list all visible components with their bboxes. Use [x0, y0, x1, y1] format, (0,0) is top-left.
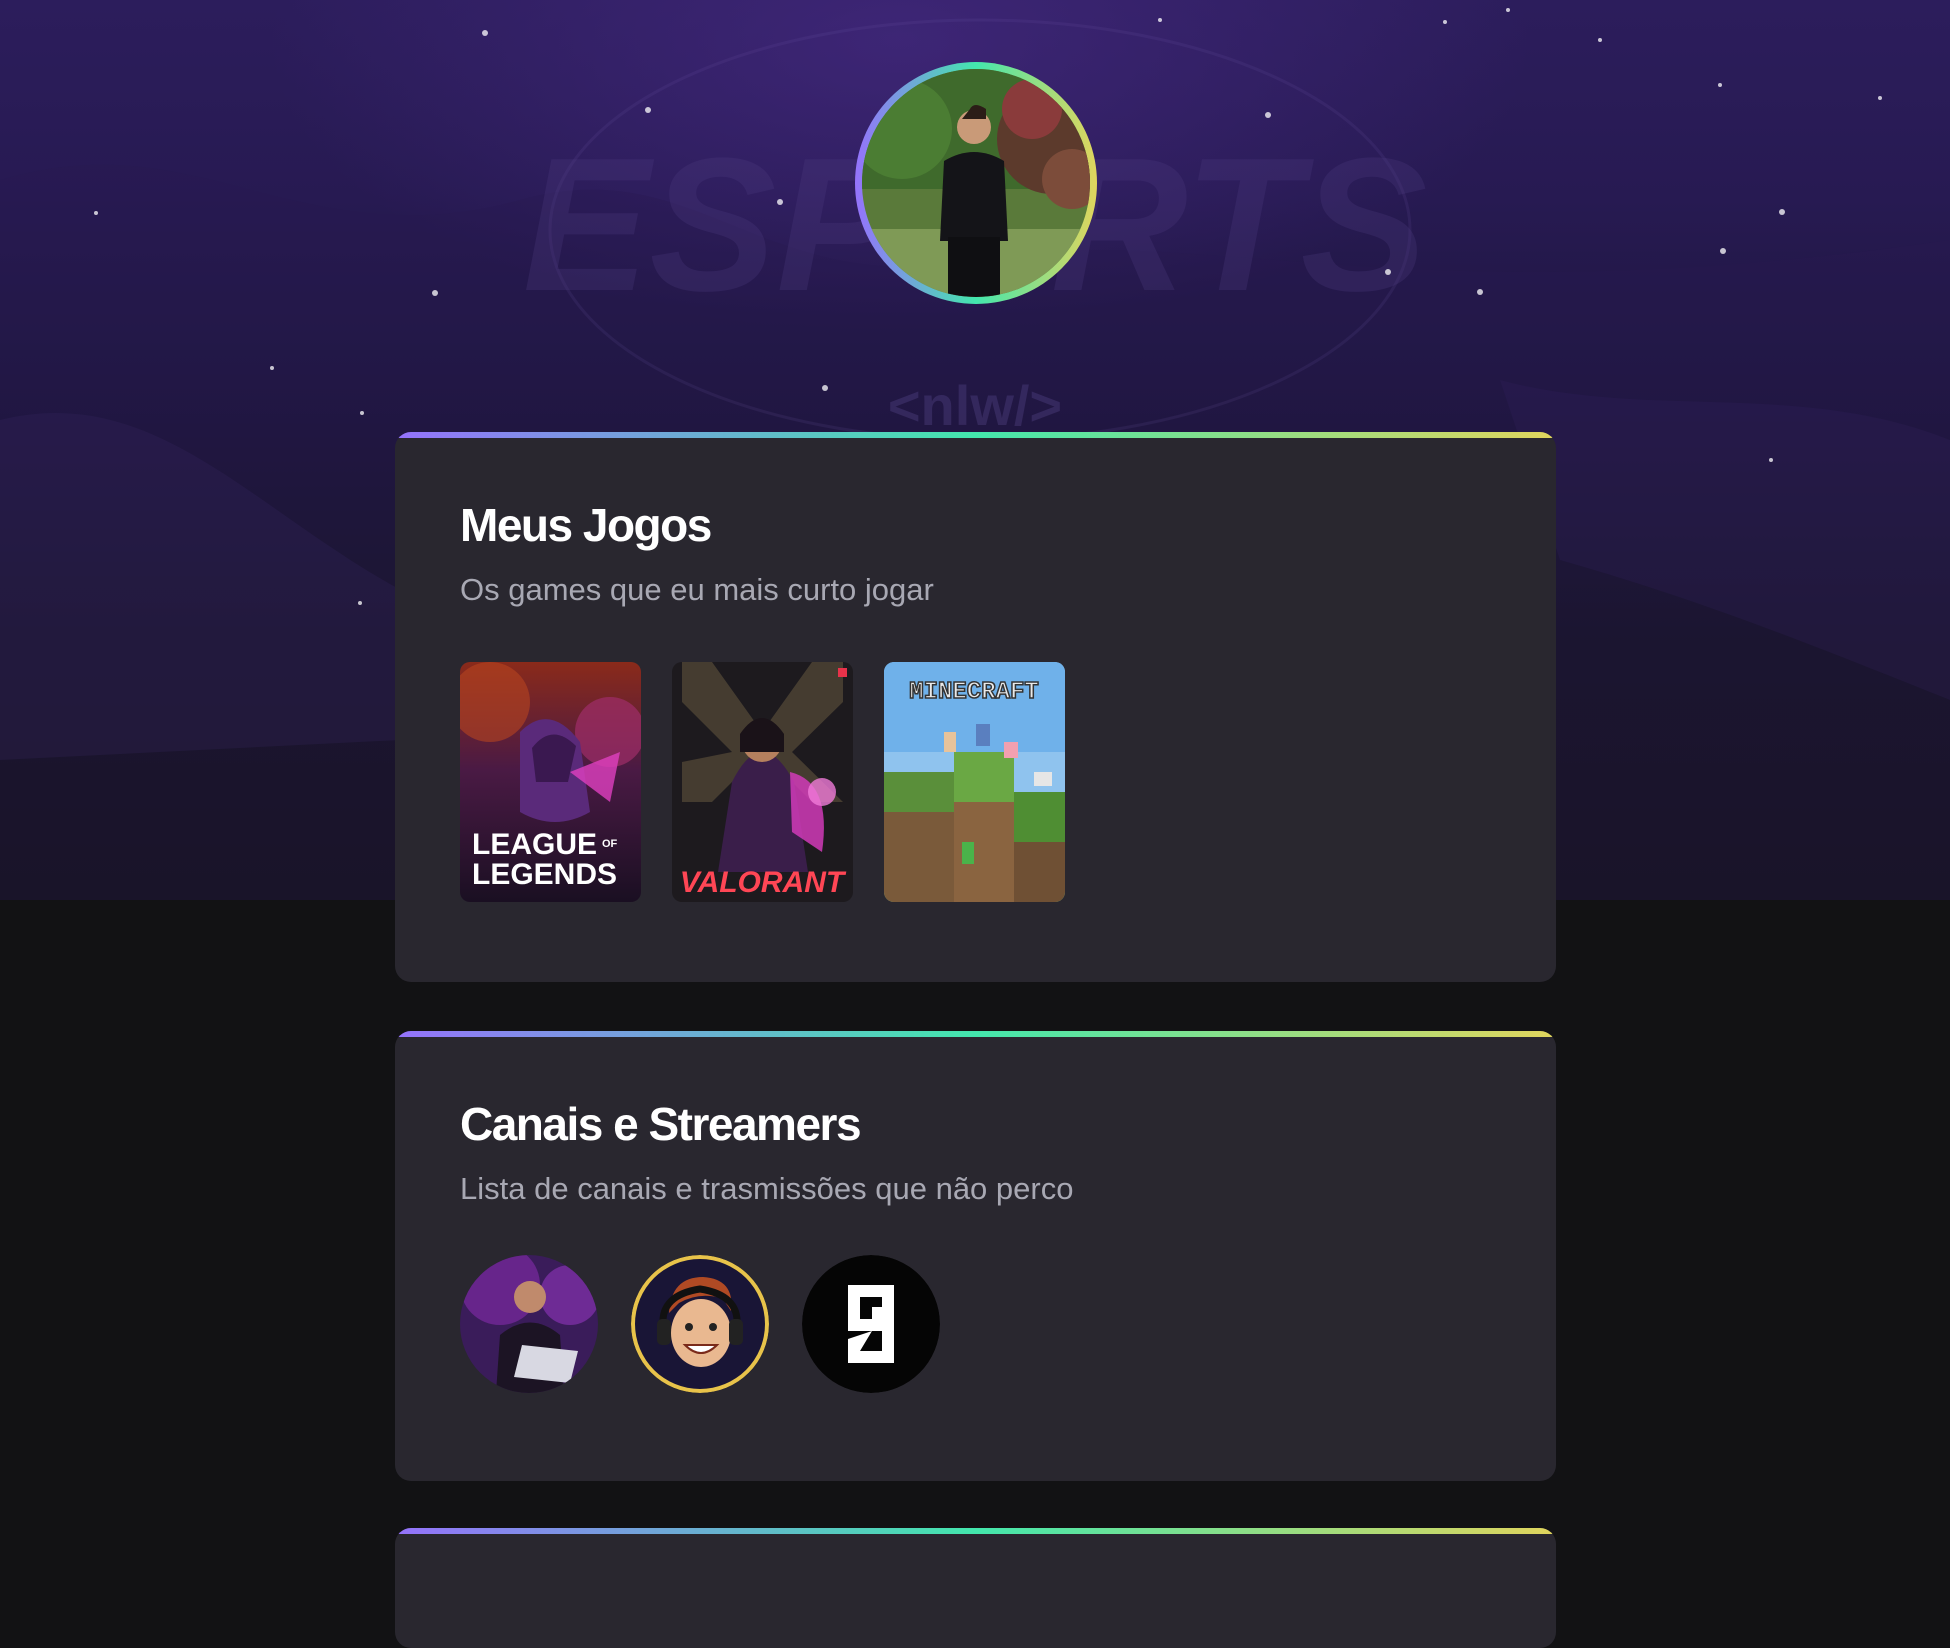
channel-avatar[interactable]: [802, 1255, 940, 1393]
game-minecraft[interactable]: MINECRAFT: [884, 662, 1065, 902]
profile-photo: [862, 69, 1090, 297]
svg-text:MINECRAFT: MINECRAFT: [909, 679, 1039, 706]
section-subtitle: Os games que eu mais curto jogar: [460, 572, 934, 607]
game-valorant[interactable]: VALORANT: [672, 662, 853, 902]
channels-list: [460, 1255, 940, 1393]
svg-text:LEGENDS: LEGENDS: [472, 858, 617, 891]
games-list: LEAGUE OF LEGENDS VALORANT MINECRAFT: [460, 662, 1065, 902]
section-title: Canais e Streamers: [460, 1098, 862, 1150]
channel-avatar[interactable]: [460, 1255, 598, 1393]
svg-text:VALORANT: VALORANT: [680, 866, 847, 899]
nlw-watermark: <nlw/>: [888, 374, 1062, 437]
svg-text:OF: OF: [602, 838, 618, 850]
game-league-of-legends[interactable]: LEAGUE OF LEGENDS: [460, 662, 641, 902]
svg-text:LEAGUE: LEAGUE: [472, 828, 597, 861]
profile-avatar: [855, 62, 1097, 304]
section-title: Meus Jogos: [460, 499, 712, 551]
channels-card: Canais e Streamers Lista de canais e tra…: [395, 1031, 1556, 1481]
channel-avatar[interactable]: [631, 1255, 769, 1393]
next-card: [395, 1528, 1556, 1648]
section-subtitle: Lista de canais e trasmissões que não pe…: [460, 1171, 1074, 1206]
games-card: Meus Jogos Os games que eu mais curto jo…: [395, 432, 1556, 982]
